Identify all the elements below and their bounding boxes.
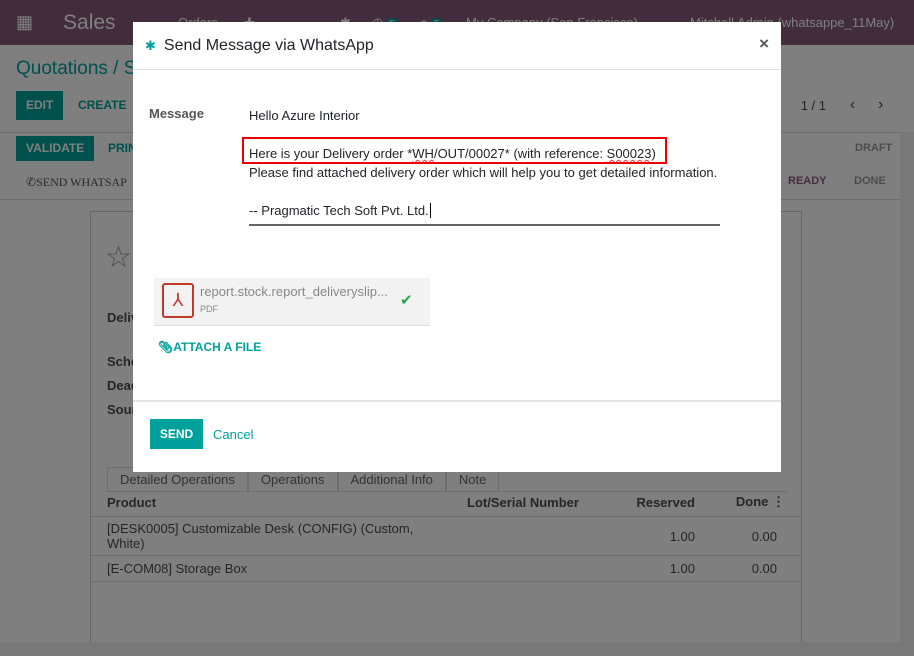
pdf-icon: ⅄ — [162, 283, 194, 318]
dialog-footer-divider — [133, 400, 781, 402]
attach-file-button[interactable]: 📎︎ATTACH A FILE — [158, 340, 261, 354]
highlight-box — [242, 137, 667, 164]
send-button[interactable]: SEND — [150, 419, 203, 449]
paperclip-icon: 📎︎ — [158, 340, 174, 354]
bug-icon: ✱ — [145, 37, 156, 53]
attachment-type: PDF — [200, 304, 218, 314]
message-line: -- Pragmatic Tech Soft Pvt. Ltd. — [249, 203, 431, 218]
dialog-header: ✱ Send Message via WhatsApp — [133, 22, 781, 70]
check-icon: ✔ — [400, 292, 413, 309]
message-label: Message — [149, 106, 204, 121]
message-line: Please find attached delivery order whic… — [249, 165, 718, 180]
message-input[interactable]: Hello Azure Interior Here is your Delive… — [249, 106, 720, 226]
attachment-name: report.stock.report_deliveryslip... — [200, 284, 388, 299]
close-icon[interactable]: × — [759, 34, 769, 54]
message-line: Hello Azure Interior — [249, 108, 360, 123]
cancel-button[interactable]: Cancel — [213, 427, 253, 442]
whatsapp-dialog: ✱ Send Message via WhatsApp × Message Hel… — [133, 22, 781, 472]
dialog-title: Send Message via WhatsApp — [163, 36, 374, 54]
attachment-item[interactable]: ⅄ report.stock.report_deliveryslip... PD… — [154, 278, 430, 326]
